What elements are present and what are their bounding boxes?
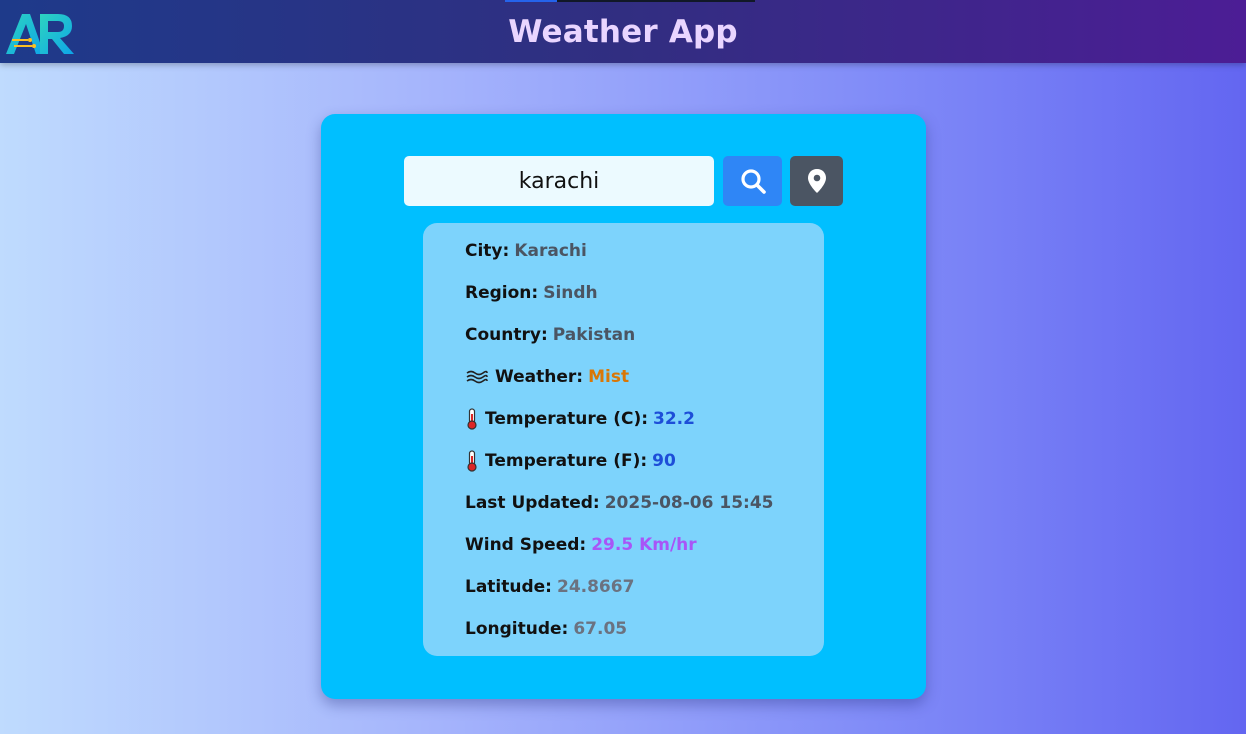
last-updated-label: Last Updated:	[465, 493, 600, 513]
wind-speed-label: Wind Speed:	[465, 535, 587, 555]
temperature-f-label: Temperature (F):	[485, 451, 648, 471]
longitude-label: Longitude:	[465, 619, 569, 639]
thermometer-icon	[465, 408, 479, 430]
city-search-input[interactable]	[404, 156, 714, 206]
weather-value: Mist	[588, 367, 630, 387]
header-accent-line-blue	[505, 0, 557, 2]
latitude-value: 24.8667	[556, 577, 635, 597]
longitude-row: Longitude: 67.05	[465, 617, 627, 641]
region-row: Region: Sindh	[465, 281, 598, 305]
app-header: Weather App	[0, 0, 1246, 63]
last-updated-row: Last Updated: 2025-08-06 15:45	[465, 491, 774, 515]
weather-info-panel: City: Karachi Region: Sindh Country: Pak…	[423, 223, 824, 656]
app-title: Weather App	[508, 14, 738, 50]
search-button[interactable]	[723, 156, 782, 206]
region-value: Sindh	[543, 283, 598, 303]
mist-icon	[465, 369, 489, 385]
last-updated-value: 2025-08-06 15:45	[604, 493, 774, 513]
temperature-c-label: Temperature (C):	[485, 409, 649, 429]
thermometer-icon	[465, 450, 479, 472]
wind-speed-value: 29.5 Km/hr	[591, 535, 697, 555]
temperature-c-row: Temperature (C): 32.2	[465, 407, 695, 431]
wind-speed-row: Wind Speed: 29.5 Km/hr	[465, 533, 697, 557]
weather-row: Weather: Mist	[465, 365, 629, 389]
country-row: Country: Pakistan	[465, 323, 635, 347]
longitude-value: 67.05	[573, 619, 628, 639]
city-value: Karachi	[514, 241, 587, 261]
search-icon	[740, 169, 766, 194]
latitude-label: Latitude:	[465, 577, 552, 597]
temperature-c-value: 32.2	[653, 409, 695, 429]
country-label: Country:	[465, 325, 548, 345]
country-value: Pakistan	[552, 325, 636, 345]
city-label: City:	[465, 241, 510, 261]
temperature-f-value: 90	[652, 451, 676, 471]
weather-card: City: Karachi Region: Sindh Country: Pak…	[321, 114, 926, 699]
latitude-row: Latitude: 24.8667	[465, 575, 634, 599]
location-pin-icon	[807, 169, 826, 193]
temperature-f-row: Temperature (F): 90	[465, 449, 676, 473]
weather-label: Weather:	[495, 367, 584, 387]
region-label: Region:	[465, 283, 539, 303]
city-row: City: Karachi	[465, 239, 587, 263]
current-location-button[interactable]	[790, 156, 843, 206]
